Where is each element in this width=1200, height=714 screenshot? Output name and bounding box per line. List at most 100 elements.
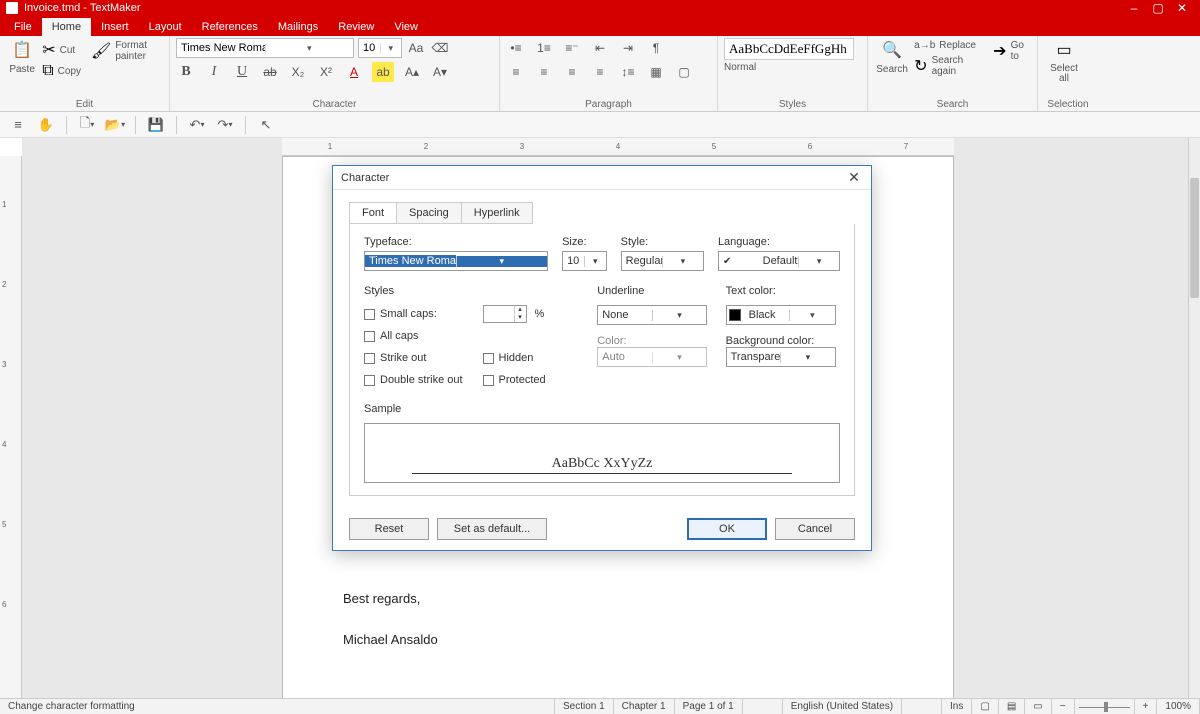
- format-painter-button[interactable]: 🖌Format painter: [91, 40, 163, 62]
- search-again-button[interactable]: ↻Search again: [914, 55, 983, 77]
- borders-button[interactable]: ▢: [674, 62, 694, 82]
- replace-button[interactable]: a→bReplace: [914, 40, 983, 51]
- tab-hyperlink[interactable]: Hyperlink: [462, 203, 532, 223]
- typeface-select[interactable]: Times New Roman▾: [364, 251, 548, 271]
- status-ins[interactable]: Ins: [942, 699, 972, 714]
- status-language[interactable]: English (United States): [783, 699, 902, 714]
- align-center-button[interactable]: ≡: [534, 62, 554, 82]
- tab-insert[interactable]: Insert: [91, 18, 139, 36]
- scrollbar-thumb[interactable]: [1190, 178, 1199, 298]
- zoom-level[interactable]: 100%: [1157, 699, 1200, 714]
- doc-text[interactable]: Best regards,: [343, 591, 893, 606]
- align-left-button[interactable]: ≡: [506, 62, 526, 82]
- tab-font[interactable]: Font: [350, 203, 397, 223]
- tab-view[interactable]: View: [384, 18, 428, 36]
- view-mode-1[interactable]: ▢: [972, 699, 998, 714]
- bold-button[interactable]: B: [176, 62, 196, 82]
- save-button[interactable]: 💾: [146, 115, 166, 135]
- search-icon: 🔍: [880, 38, 904, 62]
- reset-button[interactable]: Reset: [349, 518, 429, 540]
- outdent-button[interactable]: ⇤: [590, 38, 610, 58]
- shading-button[interactable]: ▦: [646, 62, 666, 82]
- indent-button[interactable]: ⇥: [618, 38, 638, 58]
- horizontal-ruler[interactable]: 1 2 3 4 5 6 7: [282, 138, 954, 156]
- open-button[interactable]: 📂▾: [105, 115, 125, 135]
- tab-mailings[interactable]: Mailings: [268, 18, 328, 36]
- paste-button[interactable]: 📋 Paste: [6, 38, 38, 75]
- redo-button[interactable]: ↷▾: [215, 115, 235, 135]
- zoom-slider[interactable]: [1075, 699, 1135, 714]
- chevron-down-icon: ▾: [798, 256, 839, 267]
- font-combo[interactable]: Times New Roman▾: [176, 38, 354, 58]
- zoom-out-button[interactable]: −: [1052, 699, 1075, 714]
- vertical-ruler[interactable]: 1 2 3 4 5 6: [0, 156, 22, 698]
- cut-button[interactable]: ✂Cut: [42, 40, 81, 60]
- goto-button[interactable]: ➔Go to: [993, 40, 1031, 62]
- ok-button[interactable]: OK: [687, 518, 767, 540]
- bullets-button[interactable]: •≡: [506, 38, 526, 58]
- tab-file[interactable]: File: [4, 18, 42, 36]
- tab-references[interactable]: References: [192, 18, 268, 36]
- tab-home[interactable]: Home: [42, 18, 91, 36]
- search-button[interactable]: 🔍 Search: [874, 38, 910, 75]
- line-spacing-button[interactable]: ↕≡: [618, 62, 638, 82]
- dialog-close-button[interactable]: ✕: [845, 169, 863, 187]
- underline-button[interactable]: U: [232, 62, 252, 82]
- font-color-button[interactable]: A: [344, 62, 364, 82]
- clear-format-button[interactable]: ⌫: [430, 38, 450, 58]
- cancel-button[interactable]: Cancel: [775, 518, 855, 540]
- chk-all-caps[interactable]: All caps: [364, 327, 463, 345]
- italic-button[interactable]: I: [204, 62, 224, 82]
- status-section[interactable]: Section 1: [555, 699, 614, 714]
- doc-text[interactable]: Michael Ansaldo: [343, 632, 893, 647]
- chk-double-strike[interactable]: Double strike out: [364, 371, 463, 389]
- language-select[interactable]: ✔ Default▾: [718, 251, 840, 271]
- textcolor-select[interactable]: Black▾: [726, 305, 836, 325]
- status-page[interactable]: Page 1 of 1: [675, 699, 743, 714]
- zoom-in-button[interactable]: +: [1135, 699, 1158, 714]
- pilcrow-button[interactable]: ¶: [646, 38, 666, 58]
- close-button[interactable]: ✕: [1170, 1, 1194, 15]
- copy-button[interactable]: ⧉Copy: [42, 62, 81, 80]
- cursor-button[interactable]: ↖: [256, 115, 276, 135]
- shrink-font-button[interactable]: A▾: [430, 62, 450, 82]
- style-preview[interactable]: AaBbCcDdEeFfGgHh: [724, 38, 854, 60]
- status-chapter[interactable]: Chapter 1: [614, 699, 675, 714]
- style-select[interactable]: Regular▾: [621, 251, 704, 271]
- multilevel-button[interactable]: ≡⁻: [562, 38, 582, 58]
- subscript-button[interactable]: X₂: [288, 62, 308, 82]
- small-caps-spin[interactable]: ▴▾: [483, 305, 527, 323]
- chk-hidden[interactable]: Hidden: [483, 349, 546, 367]
- vertical-scrollbar[interactable]: [1188, 138, 1200, 698]
- size-select[interactable]: 10▾: [562, 251, 607, 271]
- highlight-button[interactable]: ab: [372, 62, 394, 82]
- hand-tool-button[interactable]: ✋: [36, 115, 56, 135]
- justify-button[interactable]: ≡: [590, 62, 610, 82]
- strike-button[interactable]: ab: [260, 62, 280, 82]
- chk-small-caps[interactable]: Small caps:: [364, 305, 463, 323]
- set-default-button[interactable]: Set as default...: [437, 518, 547, 540]
- tab-review[interactable]: Review: [328, 18, 384, 36]
- ruler-tick: 6: [2, 600, 6, 609]
- sidebar-toggle-button[interactable]: ≡: [8, 115, 28, 135]
- grow-font-button[interactable]: A▴: [402, 62, 422, 82]
- tab-layout[interactable]: Layout: [139, 18, 192, 36]
- chk-protected[interactable]: Protected: [483, 371, 546, 389]
- underline-select[interactable]: None▾: [597, 305, 707, 325]
- superscript-button[interactable]: X²: [316, 62, 336, 82]
- view-mode-3[interactable]: ▭: [1025, 699, 1051, 714]
- view-mode-2[interactable]: ▤: [999, 699, 1025, 714]
- tab-spacing[interactable]: Spacing: [397, 203, 462, 223]
- numbering-button[interactable]: 1≡: [534, 38, 554, 58]
- minimize-button[interactable]: –: [1122, 1, 1146, 15]
- undo-button[interactable]: ↶▾: [187, 115, 207, 135]
- maximize-button[interactable]: ▢: [1146, 1, 1170, 15]
- change-case-button[interactable]: Aa: [406, 38, 426, 58]
- font-size-combo[interactable]: 10▾: [358, 38, 402, 58]
- new-doc-button[interactable]: 🗋▾: [77, 115, 97, 135]
- align-right-button[interactable]: ≡: [562, 62, 582, 82]
- select-all-button[interactable]: ▭ Select all: [1044, 38, 1084, 84]
- chk-strike-out[interactable]: Strike out: [364, 349, 463, 367]
- ruler-tick: 5: [2, 520, 6, 529]
- bgcolor-select[interactable]: Transparent▾: [726, 347, 836, 367]
